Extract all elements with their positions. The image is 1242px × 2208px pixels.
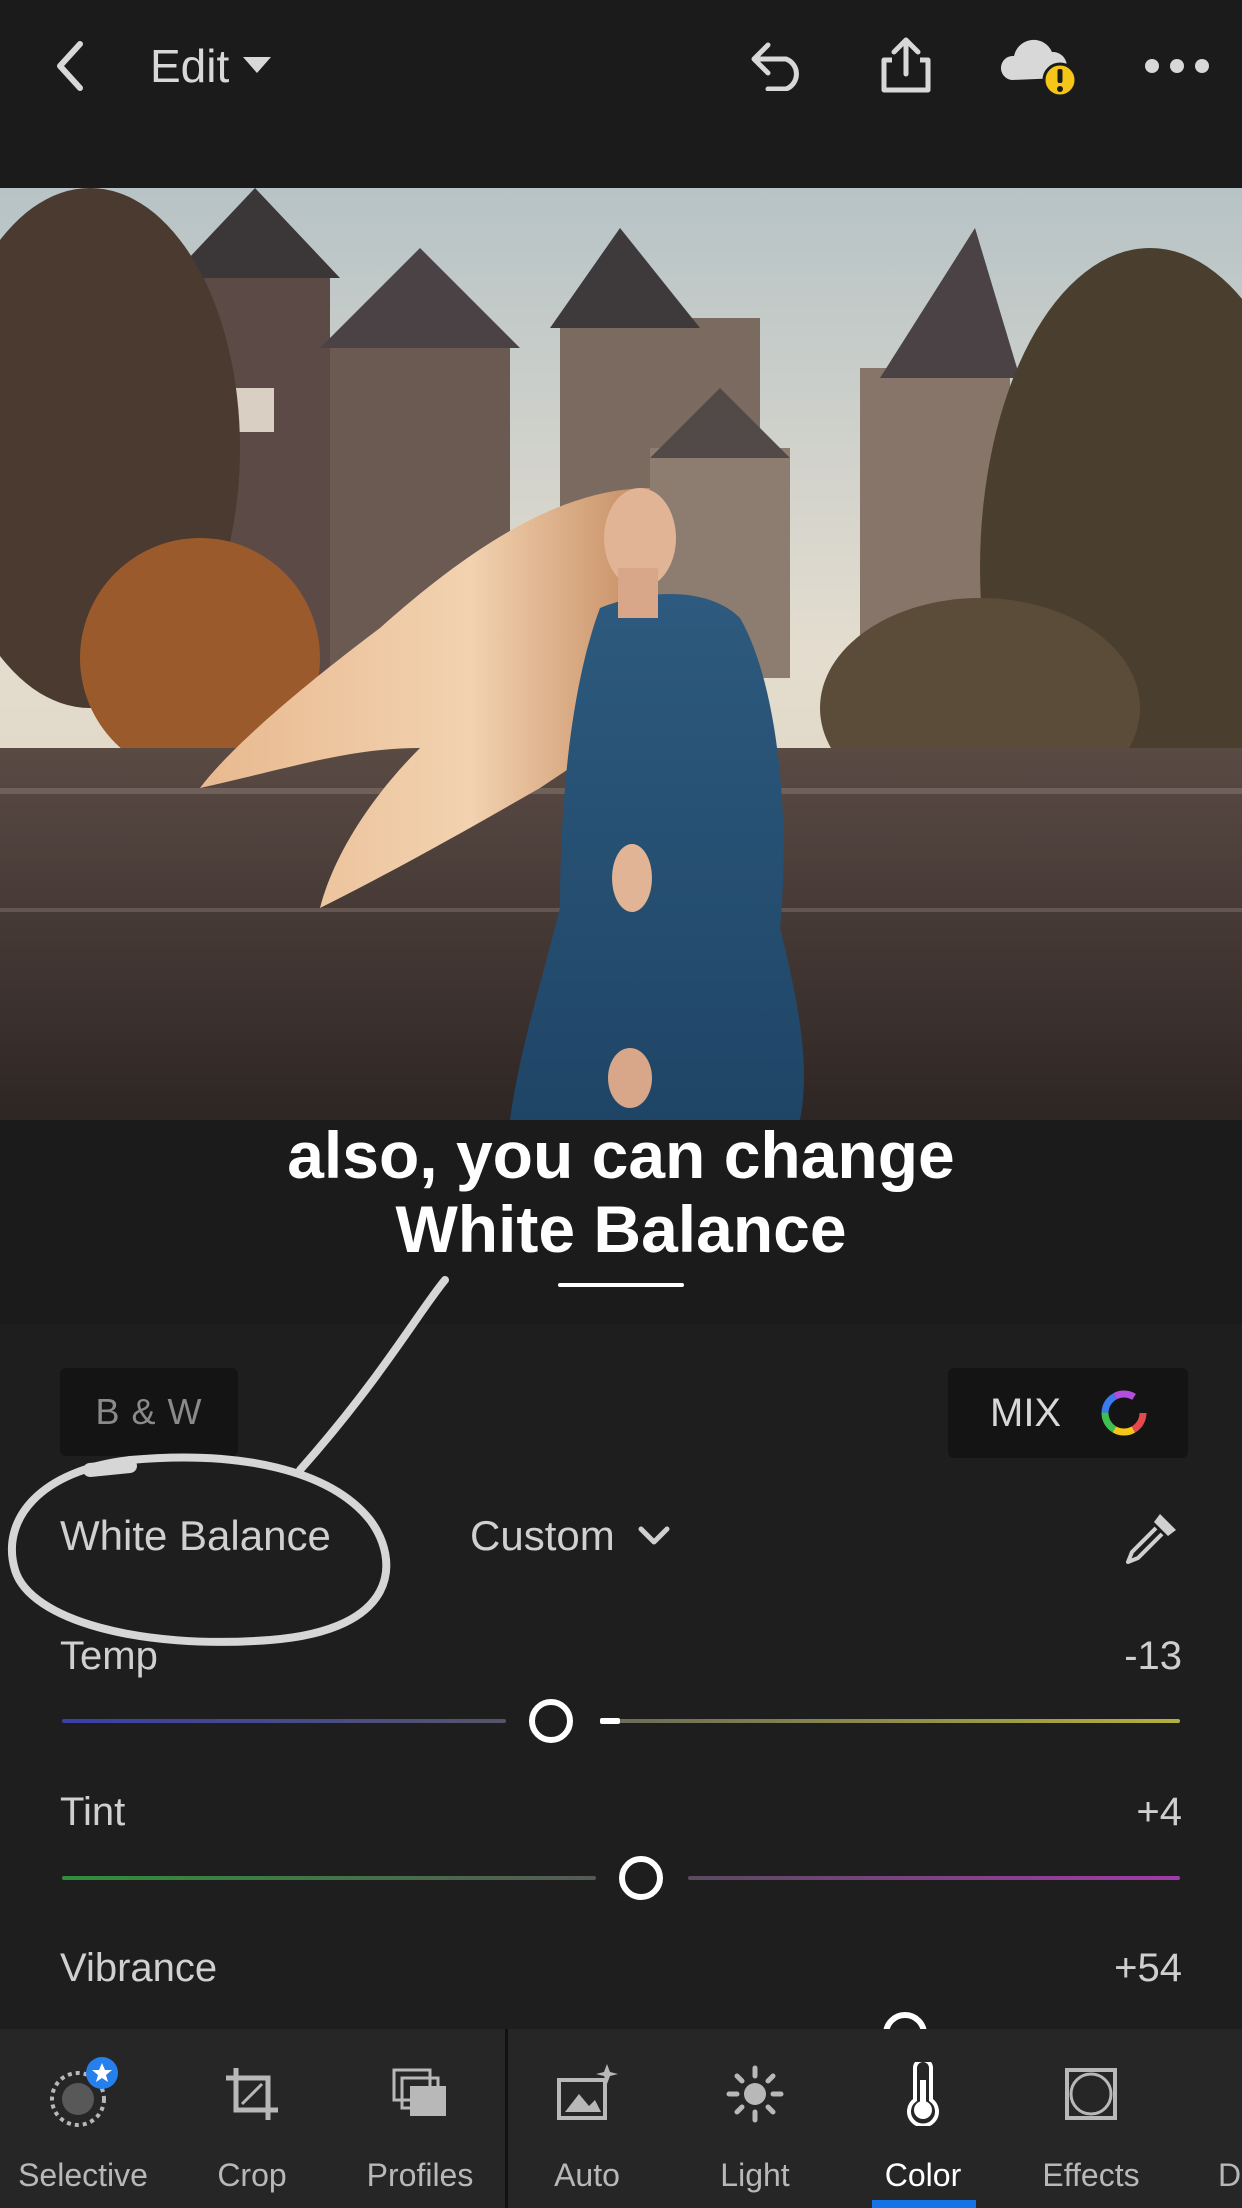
white-balance-preset-dropdown[interactable]: Custom [470,1506,671,1566]
tab-color-label: Color [884,2157,962,2193]
chevron-left-icon [57,41,83,91]
mix-label: MIX [990,1390,1062,1435]
tint-slider-thumb[interactable] [619,1856,663,1900]
color-mix-button[interactable]: MIX [948,1368,1188,1458]
eyedropper-icon [1126,1514,1176,1564]
temp-default-marker [600,1718,620,1724]
edit-menu-button[interactable]: Edit [150,34,272,98]
tab-light-label: Light [720,2157,790,2193]
temp-label: Temp [60,1634,158,1678]
chevron-down-icon [638,1526,670,1545]
tint-slider-track-left[interactable] [62,1876,596,1880]
edit-label: Edit [150,40,230,92]
profiles-icon [392,2068,446,2116]
tab-detail-partial-label[interactable]: D [1218,2157,1241,2194]
tint-label: Tint [60,1790,126,1834]
tab-color[interactable]: Color [848,2029,998,2208]
effects-icon [1065,2068,1117,2120]
caption-line-2: White Balance [395,1192,847,1266]
color-icon [907,2062,939,2126]
vibrance-label: Vibrance [60,1946,218,1990]
back-button[interactable] [40,28,100,104]
share-button[interactable] [866,28,946,104]
share-icon [881,37,931,93]
tab-profiles[interactable]: Profiles [345,2029,495,2208]
tutorial-caption: also, you can change White Balance [0,1118,1242,1266]
tint-slider-track-right[interactable] [688,1876,1180,1880]
tab-selective[interactable]: Selective [8,2029,158,2208]
temp-value: -13 [1124,1634,1182,1678]
more-horizontal-icon [1145,59,1209,73]
color-wheel-icon [1101,1390,1147,1436]
cloud-sync-status-button[interactable] [995,28,1085,104]
tint-value: +4 [1136,1790,1182,1834]
cloud-warning-icon [1000,39,1078,98]
caption-underline [558,1283,684,1287]
temp-slider-track-left[interactable] [62,1719,506,1723]
active-tab-indicator [872,2200,976,2208]
tab-auto-label: Auto [554,2157,620,2193]
temp-slider-thumb[interactable] [529,1699,573,1743]
tab-crop[interactable]: Crop [177,2029,327,2208]
tab-effects-label: Effects [1042,2157,1140,2193]
undo-button[interactable] [735,28,815,104]
auto-icon [557,2064,618,2120]
tab-auto[interactable]: Auto [512,2029,662,2208]
annotation-circle-drawing [7,1276,449,1646]
tab-light[interactable]: Light [680,2029,830,2208]
undo-icon [751,42,799,91]
vibrance-slider-thumb[interactable] [883,2012,927,2029]
light-icon [726,2065,784,2123]
caret-down-icon [243,57,272,73]
tab-effects[interactable]: Effects [1016,2029,1166,2208]
tab-crop-label: Crop [217,2157,287,2193]
white-balance-value: Custom [470,1512,615,1559]
tab-selective-label: Selective [18,2157,148,2193]
vibrance-value: +54 [1114,1946,1182,1990]
selective-icon [50,2057,118,2127]
more-options-button[interactable] [1140,28,1214,104]
crop-icon [226,2068,278,2120]
eyedropper-button[interactable] [1120,1506,1184,1570]
temp-slider-track-right[interactable] [600,1719,1180,1723]
tab-profiles-label: Profiles [366,2157,474,2193]
photo-preview[interactable] [0,188,1242,1120]
photo-image [0,188,1242,1120]
caption-line-1: also, you can change [287,1118,955,1192]
